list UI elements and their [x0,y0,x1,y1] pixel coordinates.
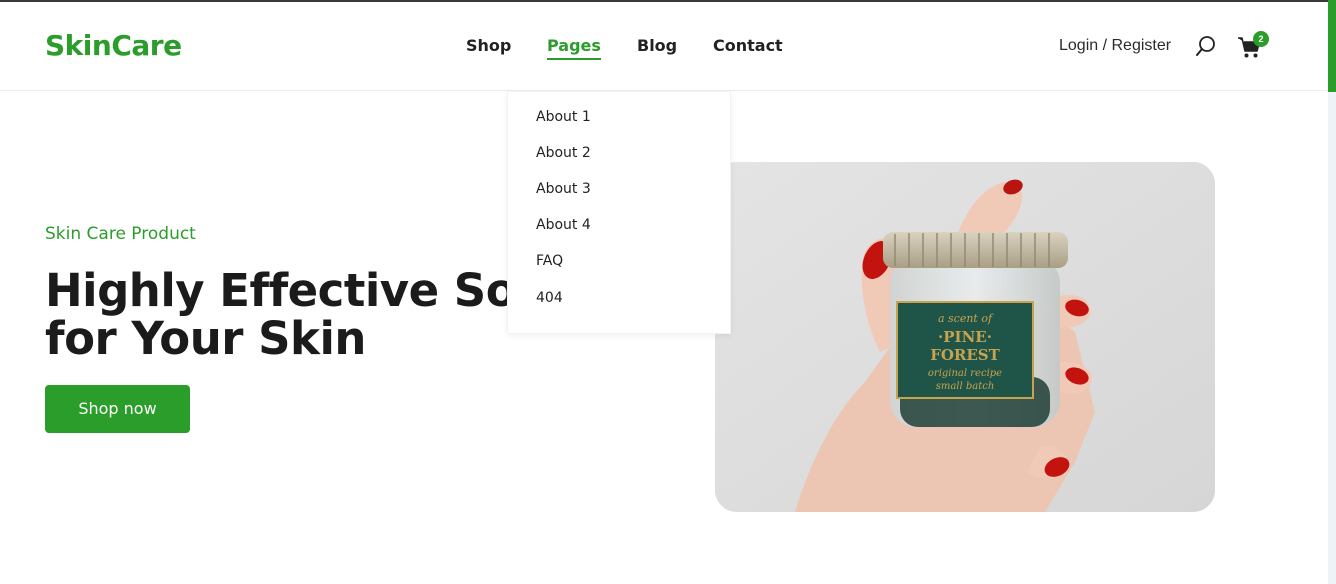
menu-item-about-3[interactable]: About 3 [536,181,591,197]
jar-label-line5: small batch [936,381,995,392]
shop-now-button[interactable]: Shop now [45,385,190,433]
jar-label-line2: ·PINE· [938,328,992,346]
jar-label-line3: FOREST [930,346,1000,364]
site-header: SkinCare Shop Pages Blog Contact Login /… [0,2,1328,91]
nav-pages[interactable]: Pages [547,36,601,60]
nav-contact[interactable]: Contact [713,36,783,55]
hero-headline-line1: Highly Effective Solutions [45,267,515,317]
jar-label-line4: original recipe [928,368,1002,379]
hero-headline: Highly Effective Solutions for Your Skin [45,267,515,371]
jar-label-line1: a scent of [938,312,994,325]
menu-item-faq[interactable]: FAQ [536,253,563,269]
menu-item-about-4[interactable]: About 4 [536,217,591,233]
menu-item-about-1[interactable]: About 1 [536,109,591,125]
login-register-link[interactable]: Login / Register [1059,37,1171,55]
nav-blog[interactable]: Blog [637,36,677,55]
jar-in-hand-illustration: a scent of ·PINE· FOREST original recipe… [715,162,1215,512]
nav-shop[interactable]: Shop [466,36,511,55]
hero-product-image: a scent of ·PINE· FOREST original recipe… [715,162,1215,512]
scrollbar-thumb[interactable] [1328,0,1336,92]
menu-item-404[interactable]: 404 [536,290,563,306]
menu-item-about-2[interactable]: About 2 [536,145,591,161]
search-icon[interactable] [1195,35,1217,57]
cart-count-badge: 2 [1253,31,1269,47]
pages-dropdown-menu: About 1 About 2 About 3 About 4 FAQ 404 [507,91,731,334]
hero-eyebrow: Skin Care Product [45,224,196,244]
hero-headline-line2: for Your Skin [45,312,366,365]
page-scrollbar[interactable] [1328,0,1336,584]
site-logo[interactable]: SkinCare [45,29,182,62]
